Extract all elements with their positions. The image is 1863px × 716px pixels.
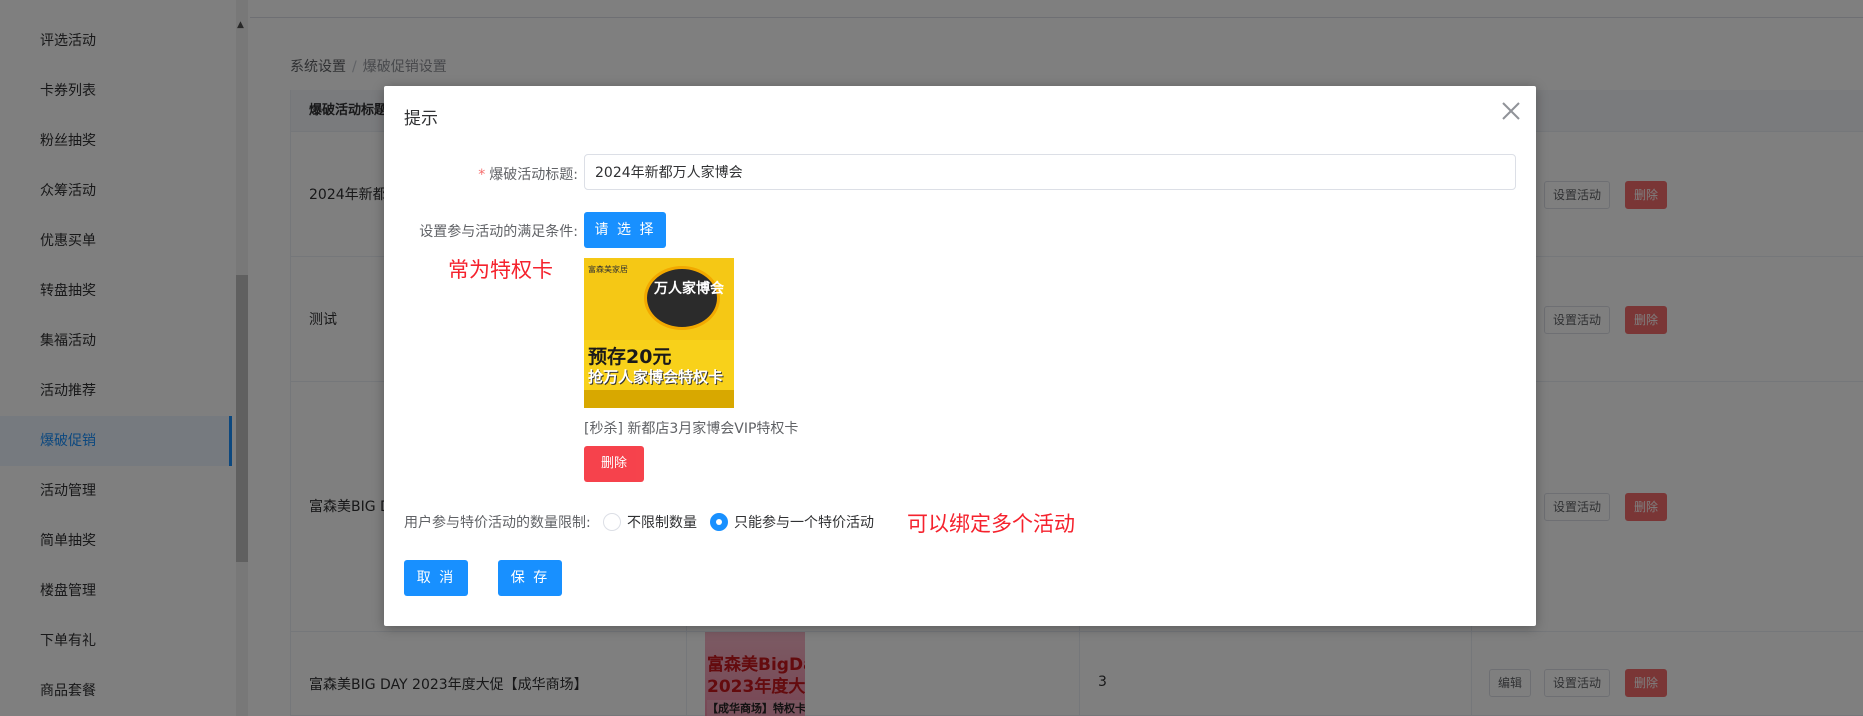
condition-label: 设置参与活动的满足条件: — [419, 224, 578, 240]
save-button[interactable]: 保 存 — [498, 560, 562, 596]
privilege-card-poster: 富森美家居 万人家博会 预存20元 抢万人家博会特权卡 — [584, 258, 734, 408]
annotation-bind-multiple: 可以绑定多个活动 — [907, 512, 1075, 536]
radio-single-activity[interactable] — [710, 513, 728, 531]
required-mark: * — [478, 167, 486, 183]
poster-badge: 万人家博会 — [654, 281, 724, 297]
poster-circle — [644, 266, 720, 330]
close-icon[interactable] — [1498, 98, 1524, 124]
delete-card-button[interactable]: 删除 — [584, 446, 644, 482]
poster-brand: 富森美家居 — [588, 265, 628, 274]
title-field-label-text: 爆破活动标题: — [489, 167, 578, 183]
activity-title-input[interactable] — [584, 154, 1516, 190]
radio-single-activity-label[interactable]: 只能参与一个特价活动 — [734, 512, 874, 532]
prompt-dialog: 提示 *爆破活动标题: 设置参与活动的满足条件: 请 选 择 常为特权卡 富森美… — [384, 86, 1536, 626]
limit-label: 用户参与特价活动的数量限制: — [404, 515, 591, 531]
radio-unlimited[interactable] — [603, 513, 621, 531]
annotation-privilege-card: 常为特权卡 — [448, 258, 553, 282]
choose-button[interactable]: 请 选 择 — [584, 212, 666, 248]
app-root: 评选活动 卡券列表 粉丝抽奖 众筹活动 优惠买单 转盘抽奖 集福活动 活动推荐 … — [0, 0, 1863, 716]
cancel-button[interactable]: 取 消 — [404, 560, 468, 596]
radio-unlimited-label[interactable]: 不限制数量 — [627, 512, 697, 532]
poster-strip — [584, 390, 734, 408]
title-field-label: * 爆破活动标题: — [478, 164, 578, 184]
selected-card-name: [秒杀] 新都店3月家博会VIP特权卡 — [584, 421, 799, 437]
dialog-title: 提示 — [404, 109, 438, 129]
poster-line1: 预存20元 — [588, 346, 672, 368]
poster-line2: 抢万人家博会特权卡 — [588, 368, 724, 386]
